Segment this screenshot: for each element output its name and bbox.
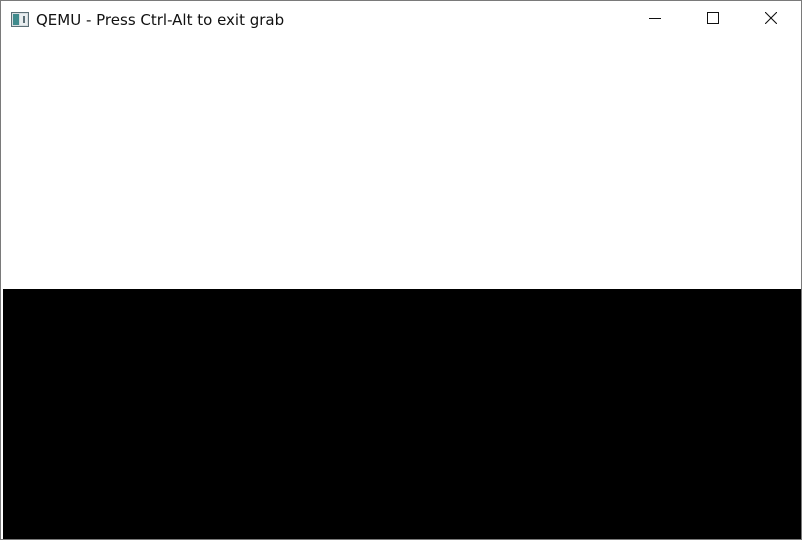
qemu-window: QEMU - Press Ctrl-Alt to exit grab bbox=[0, 0, 802, 540]
minimize-icon bbox=[649, 11, 661, 29]
guest-display[interactable] bbox=[1, 39, 801, 539]
close-icon bbox=[764, 11, 778, 29]
minimize-button[interactable] bbox=[627, 1, 683, 39]
title-bar[interactable]: QEMU - Press Ctrl-Alt to exit grab bbox=[1, 1, 801, 39]
guest-display-upper-region bbox=[1, 39, 801, 289]
maximize-icon bbox=[707, 11, 719, 29]
qemu-monitor-icon[interactable] bbox=[11, 12, 29, 27]
window-title: QEMU - Press Ctrl-Alt to exit grab bbox=[36, 11, 285, 29]
close-button[interactable] bbox=[743, 1, 799, 39]
guest-display-lower-region bbox=[3, 289, 801, 539]
maximize-button[interactable] bbox=[685, 1, 741, 39]
